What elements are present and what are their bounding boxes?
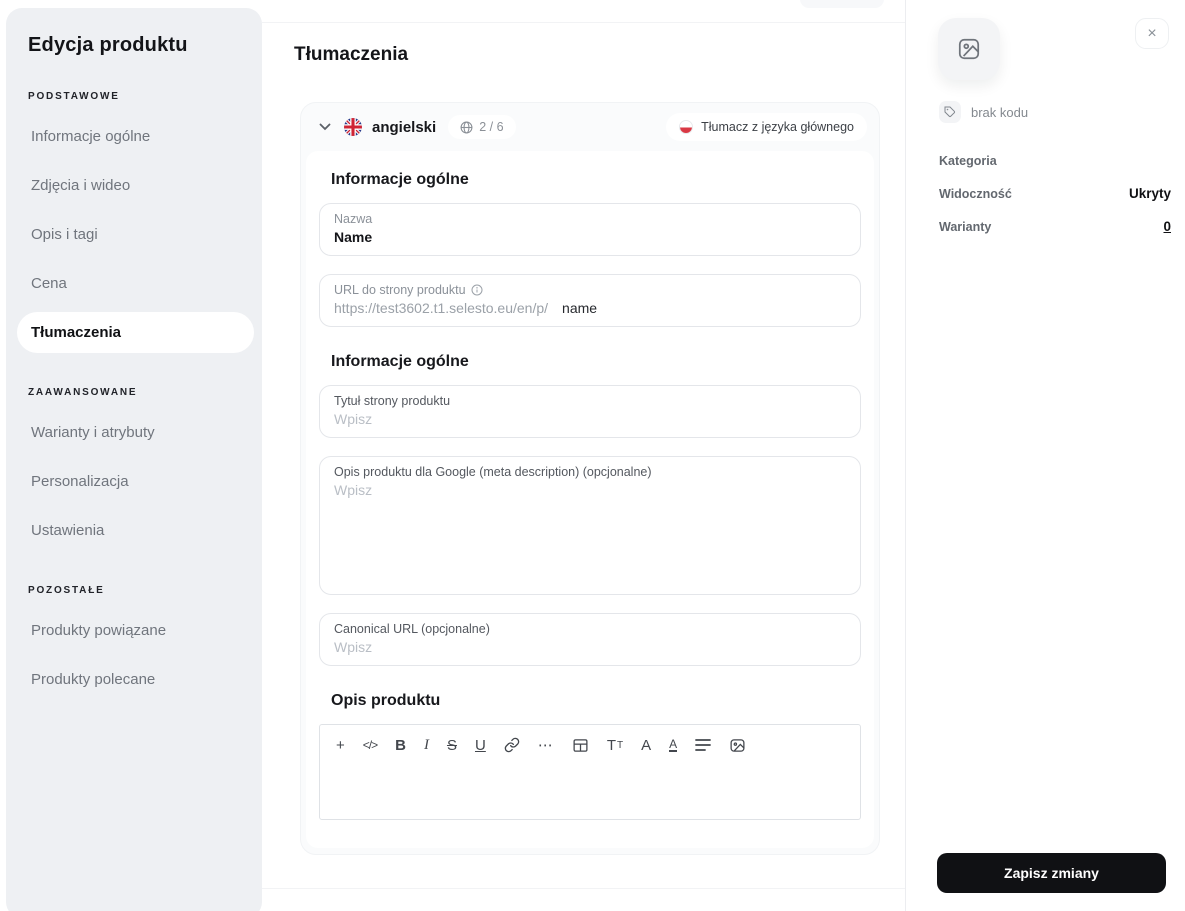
general-info-heading-1: Informacje ogólne: [331, 171, 469, 188]
visibility-label: Widoczność: [939, 186, 1012, 201]
meta-description-field-placeholder: Wpisz: [334, 482, 373, 498]
product-code-status: brak kodu: [939, 101, 1028, 123]
page-title-field-label: Tytuł strony produktu: [334, 394, 451, 408]
name-field[interactable]: Nazwa Name: [319, 203, 861, 256]
language-card-body: Informacje ogólne Nazwa Name URL do stro…: [306, 151, 874, 848]
category-row: Kategoria: [939, 144, 1171, 177]
save-changes-button[interactable]: Zapisz zmiany: [937, 853, 1166, 893]
description-heading: Opis produktu: [331, 692, 441, 709]
product-url-field-label: URL do strony produktu: [334, 283, 846, 297]
insert-block-icon[interactable]: +: [336, 736, 345, 754]
sidebar-item-produkty-powiazane[interactable]: Produkty powiązane: [17, 610, 254, 651]
variants-row: Warianty 0: [939, 210, 1171, 243]
link-icon[interactable]: [504, 736, 520, 754]
rich-text-editor[interactable]: + </> B I S U ⋯ TT A A: [319, 724, 861, 820]
product-url-field-value: https://test3602.t1.selesto.eu/en/p/name: [334, 300, 846, 316]
bold-icon[interactable]: B: [395, 736, 406, 754]
translate-from-main-language-button[interactable]: Tłumacz z języka głównego: [666, 113, 867, 141]
poland-flag-icon: [679, 120, 694, 134]
translation-progress-badge: 2 / 6: [448, 115, 516, 139]
align-icon[interactable]: [695, 736, 712, 754]
table-icon[interactable]: [572, 736, 589, 754]
underline-icon[interactable]: U: [475, 736, 486, 754]
sidebar-item-tlumaczenia[interactable]: Tłumaczenia: [17, 312, 254, 353]
general-info-heading-2: Informacje ogólne: [331, 353, 469, 370]
text-color-icon[interactable]: A: [669, 738, 678, 752]
more-options-icon[interactable]: ⋯: [538, 736, 554, 754]
category-label: Kategoria: [939, 153, 997, 168]
variants-count-link[interactable]: 0: [1163, 219, 1171, 234]
product-url-prefix: https://test3602.t1.selesto.eu/en/p/: [334, 300, 549, 316]
close-panel-button[interactable]: ×: [1135, 18, 1169, 49]
code-view-icon[interactable]: </>: [363, 736, 378, 754]
image-placeholder-icon: [956, 36, 982, 62]
page-title-field[interactable]: Tytuł strony produktu Wpisz: [319, 385, 861, 438]
globe-icon: [460, 121, 473, 134]
top-divider: [262, 22, 905, 23]
canonical-url-field[interactable]: Canonical URL (opcjonalne) Wpisz: [319, 613, 861, 666]
language-card: angielski 2 / 6 Tłumacz z języka główneg…: [300, 102, 880, 855]
translation-progress-text: 2 / 6: [479, 120, 504, 134]
visibility-value: Ukryty: [1128, 186, 1171, 201]
sidebar-item-warianty-i-atrybuty[interactable]: Warianty i atrybuty: [17, 412, 254, 453]
meta-description-field-label: Opis produktu dla Google (meta descripti…: [334, 465, 652, 479]
sidebar-item-informacje-ogolne[interactable]: Informacje ogólne: [17, 116, 254, 157]
name-field-label: Nazwa: [334, 212, 373, 226]
product-url-slug: name: [562, 300, 598, 316]
sidebar-item-personalizacja[interactable]: Personalizacja: [17, 461, 254, 502]
bottom-divider: [262, 888, 905, 889]
canonical-url-field-placeholder: Wpisz: [334, 639, 373, 655]
sidebar-section-podstawowe: PODSTAWOWE: [28, 91, 120, 102]
main-content: Tłumaczenia angielski 2 / 6 Tłumacz z ję…: [262, 0, 905, 911]
page-title: Edycja produktu: [28, 34, 188, 56]
uk-flag-icon: [344, 118, 362, 136]
product-url-field[interactable]: URL do strony produktu https://test3602.…: [319, 274, 861, 327]
sidebar-item-produkty-polecane[interactable]: Produkty polecane: [17, 659, 254, 700]
variants-label: Warianty: [939, 219, 992, 234]
strikethrough-icon[interactable]: S: [447, 736, 457, 754]
font-family-icon[interactable]: A: [641, 736, 651, 754]
editor-toolbar: + </> B I S U ⋯ TT A A: [320, 725, 860, 754]
scrolled-button-remnant: [800, 0, 884, 8]
language-name: angielski: [372, 118, 437, 136]
product-info-rows: Kategoria Widoczność Ukryty Warianty 0: [939, 144, 1171, 243]
insert-image-icon[interactable]: [729, 736, 746, 754]
tag-icon: [939, 101, 961, 123]
meta-description-field[interactable]: Opis produktu dla Google (meta descripti…: [319, 456, 861, 595]
italic-icon[interactable]: I: [424, 736, 429, 754]
sidebar-item-opis-i-tagi[interactable]: Opis i tagi: [17, 214, 254, 255]
visibility-row: Widoczność Ukryty: [939, 177, 1171, 210]
language-card-header[interactable]: angielski 2 / 6 Tłumacz z języka główneg…: [301, 103, 879, 151]
code-status-text: brak kodu: [971, 104, 1029, 120]
translate-button-label: Tłumacz z języka głównego: [701, 120, 854, 134]
chevron-down-icon[interactable]: [319, 123, 331, 131]
sidebar-item-cena[interactable]: Cena: [17, 263, 254, 304]
sidebar-item-ustawienia[interactable]: Ustawienia: [17, 510, 254, 551]
sidebar: Edycja produktu PODSTAWOWE Informacje og…: [6, 8, 262, 911]
name-field-value: Name: [334, 229, 373, 245]
section-title: Tłumaczenia: [294, 44, 409, 65]
product-thumbnail-placeholder[interactable]: [938, 18, 1000, 80]
product-summary-panel: × brak kodu Kategoria Widoczność Ukryty …: [905, 0, 1185, 911]
canonical-url-field-label: Canonical URL (opcjonalne): [334, 622, 490, 636]
sidebar-section-zaawansowane: ZAAWANSOWANE: [28, 387, 138, 398]
close-icon: ×: [1147, 24, 1157, 42]
info-icon: [471, 284, 483, 296]
sidebar-item-zdjecia-i-wideo[interactable]: Zdjęcia i wideo: [17, 165, 254, 206]
page-title-field-placeholder: Wpisz: [334, 411, 373, 427]
text-size-icon[interactable]: TT: [607, 736, 623, 754]
sidebar-section-pozostale: POZOSTAŁE: [28, 585, 105, 596]
